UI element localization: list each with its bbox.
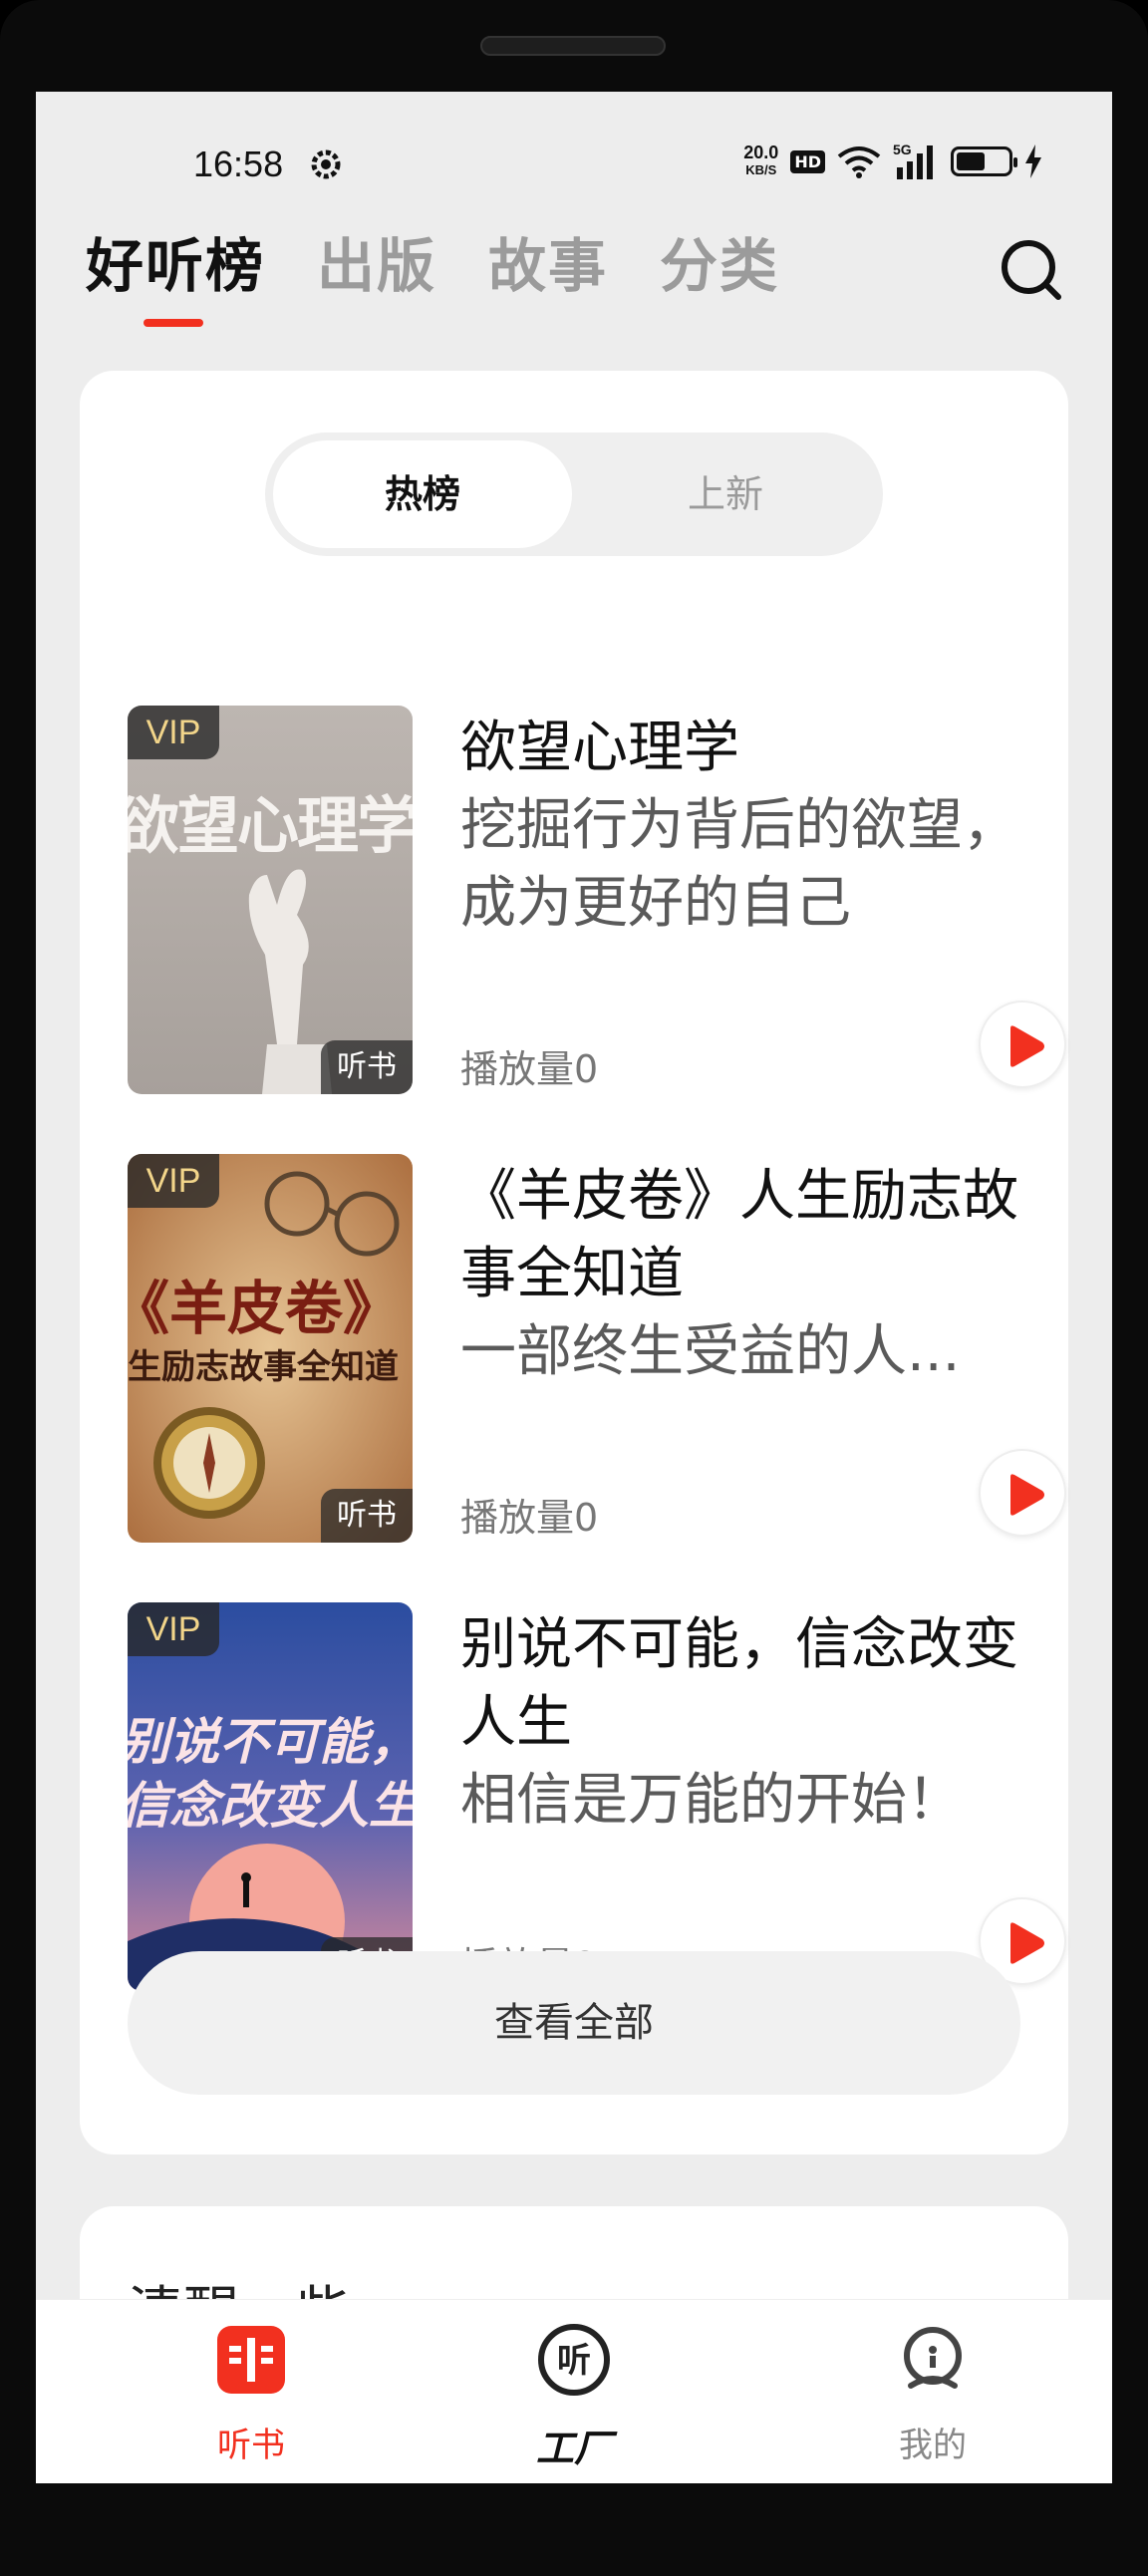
phone-bottom-bezel: [0, 2483, 1148, 2576]
play-icon: [1010, 1025, 1044, 1067]
status-time: 16:58: [193, 143, 284, 184]
book-title[interactable]: 欲望心理学: [460, 710, 1028, 787]
search-icon[interactable]: [997, 235, 1066, 305]
screen: 16:58 20.0 KB/S HD 5G 好听榜 出版 故事 分类 热榜 上新…: [36, 92, 1112, 2483]
network-type: 5G: [893, 142, 912, 157]
cover-subtitle-text: 信念改变人生: [128, 1777, 413, 1835]
book-item[interactable]: 欲望心理学 VIP 听书 欲望心理学 挖掘行为背后的欲望，成为更好的自己 播放量…: [128, 706, 1066, 1096]
book-title[interactable]: 《羊皮卷》人生励志故事全知道: [460, 1158, 1028, 1313]
battery-level: [957, 152, 985, 170]
cellular-signal-icon: 5G: [893, 142, 939, 179]
svg-text:听: 听: [557, 2341, 591, 2381]
book-item[interactable]: 别说不可能， 信念改变人生 VIP 听书 别说不可能，信念改变人生 相信是万能的…: [128, 1602, 1066, 1993]
book-description: 相信是万能的开始！: [460, 1768, 963, 1833]
nav-label: 听书: [217, 2426, 285, 2465]
status-bar: 16:58 20.0 KB/S HD 5G: [36, 92, 1112, 184]
status-icons: 20.0 KB/S HD 5G: [743, 140, 1042, 183]
book-cover[interactable]: 《羊皮卷》 生励志故事全知道 VIP 听书: [128, 1154, 413, 1543]
settings-gear-icon: [311, 149, 341, 179]
view-all-button[interactable]: 查看全部: [128, 1951, 1020, 2095]
book-description: 挖掘行为背后的欲望，成为更好的自己: [460, 793, 1018, 936]
book-cover[interactable]: 别说不可能， 信念改变人生 VIP 听书: [128, 1602, 413, 1991]
book-icon: [217, 2326, 285, 2394]
cover-title-text: 别说不可能，: [128, 1713, 413, 1771]
tab-stories[interactable]: 故事: [488, 221, 608, 311]
hd-badge: HD: [790, 149, 825, 173]
vip-badge: VIP: [128, 1154, 219, 1208]
cover-title-text: 《羊皮卷》: [128, 1275, 402, 1342]
audiobook-tag: 听书: [321, 1040, 413, 1094]
battery-icon: [951, 146, 1017, 176]
net-speed-value: 20.0: [743, 143, 779, 162]
cover-title-text: 欲望心理学: [128, 789, 413, 862]
nav-item-factory[interactable]: 听 工厂: [474, 2300, 674, 2483]
ting-factory-icon: 听: [538, 2324, 610, 2396]
play-button[interactable]: [979, 1449, 1066, 1537]
nav-label: 工厂: [535, 2427, 612, 2470]
nav-item-listen[interactable]: 听书: [151, 2300, 351, 2483]
vip-badge: VIP: [128, 706, 219, 759]
tab-publish[interactable]: 出版: [317, 221, 436, 311]
cover-subtitle-text: 生励志故事全知道: [128, 1347, 399, 1387]
net-speed: 20.0 KB/S: [743, 143, 779, 178]
book-description: 一部终生受益的人...: [460, 1319, 961, 1384]
vip-badge: VIP: [128, 1602, 219, 1656]
play-icon: [1010, 1474, 1044, 1516]
nav-item-profile[interactable]: 我的: [833, 2300, 1032, 2483]
nav-label: 我的: [899, 2426, 967, 2465]
net-speed-unit: KB/S: [745, 162, 777, 177]
book-title[interactable]: 别说不可能，信念改变人生: [460, 1606, 1028, 1762]
tab-category[interactable]: 分类: [660, 221, 779, 311]
book-cover[interactable]: 欲望心理学 VIP 听书: [128, 706, 413, 1094]
top-tabs: 好听榜 出版 故事 分类: [86, 221, 779, 327]
ranking-card: 热榜 上新 欲望心理学 VIP 听书 欲望心理学 挖掘行为背后的欲望，成为更好的…: [80, 371, 1068, 2154]
profile-icon: [904, 2327, 962, 2389]
segment-hot[interactable]: 热榜: [273, 440, 572, 548]
charging-bolt-icon: [1025, 144, 1041, 178]
bottom-navigation: 听书 听 工厂 我的: [36, 2300, 1112, 2483]
cover-art-hand: [128, 706, 413, 1094]
ranking-segment-control: 热榜 上新: [265, 432, 883, 556]
book-item[interactable]: 《羊皮卷》 生励志故事全知道 VIP 听书 《羊皮卷》人生励志故事全知道 一部终…: [128, 1154, 1066, 1545]
segment-new[interactable]: 上新: [576, 440, 875, 548]
speaker-grille: [480, 36, 666, 56]
phone-frame: 16:58 20.0 KB/S HD 5G 好听榜 出版 故事 分类 热榜 上新…: [0, 0, 1148, 2576]
tab-haotingbang[interactable]: 好听榜: [86, 221, 265, 327]
play-button[interactable]: [979, 1001, 1066, 1088]
play-count: 播放量0: [460, 1496, 599, 1540]
play-count: 播放量0: [460, 1047, 599, 1091]
wifi-icon: [837, 146, 881, 178]
play-icon: [1010, 1922, 1044, 1964]
audiobook-tag: 听书: [321, 1489, 413, 1543]
